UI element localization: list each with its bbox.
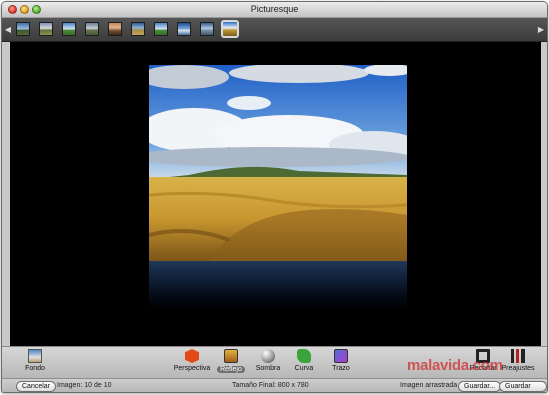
cancel-button[interactable]: Cancelar (16, 381, 57, 392)
thumbnail-7[interactable] (154, 22, 168, 36)
thumbnail-10-selected[interactable] (221, 20, 239, 38)
background-icon (28, 349, 42, 363)
thumbnail-6[interactable] (131, 22, 145, 36)
presets-sliders-icon (511, 349, 525, 363)
fondo-label: Fondo (25, 365, 45, 372)
status-bar: Cancelar Imagen: 10 de 10 Tamaño Final: … (2, 378, 547, 392)
window-title: Picturesque (250, 4, 299, 14)
thumbnail-2[interactable] (39, 22, 53, 36)
curve-icon (297, 349, 311, 363)
preview-photo[interactable] (149, 65, 407, 261)
thumbnail-5[interactable] (108, 22, 122, 36)
chevron-left-icon[interactable]: ◀ (4, 24, 12, 36)
thumbnail-3[interactable] (62, 22, 76, 36)
wheat-field-photo (149, 65, 407, 261)
reflection-icon (224, 349, 238, 363)
final-size-label: Tamaño Final: 800 x 780 (232, 382, 309, 389)
thumbnail-strip: ◀ ▶ (2, 18, 547, 42)
save-button[interactable]: Guardar... (458, 381, 502, 392)
photo-reflection (149, 261, 407, 309)
reflejo-label: Reflejo (217, 366, 245, 373)
chevron-right-icon[interactable]: ▶ (537, 24, 545, 36)
thumbnail-1[interactable] (16, 22, 30, 36)
thumbnail-4[interactable] (85, 22, 99, 36)
save-batch-button[interactable]: Guardar lote (499, 381, 547, 392)
stroke-icon (334, 349, 348, 363)
thumbnail-9[interactable] (200, 22, 214, 36)
trazo-tool-button[interactable]: Trazo (318, 349, 364, 379)
preview-canvas (10, 42, 541, 346)
app-window: Picturesque ◀ ▶ Fondo Perspectiva Reflej… (1, 1, 548, 393)
thumbnail-8[interactable] (177, 22, 191, 36)
title-bar: Picturesque (2, 2, 547, 18)
image-counter: Imagen: 10 de 10 (57, 382, 112, 389)
watermark-logo: malavida.com (407, 357, 503, 374)
dragged-image-label: Imagen arrastrada 10 (400, 382, 467, 389)
shadow-sphere-icon (261, 349, 275, 363)
perspective-cube-icon (185, 349, 199, 363)
fondo-tool-button[interactable]: Fondo (12, 349, 58, 379)
trazo-label: Trazo (332, 365, 350, 372)
